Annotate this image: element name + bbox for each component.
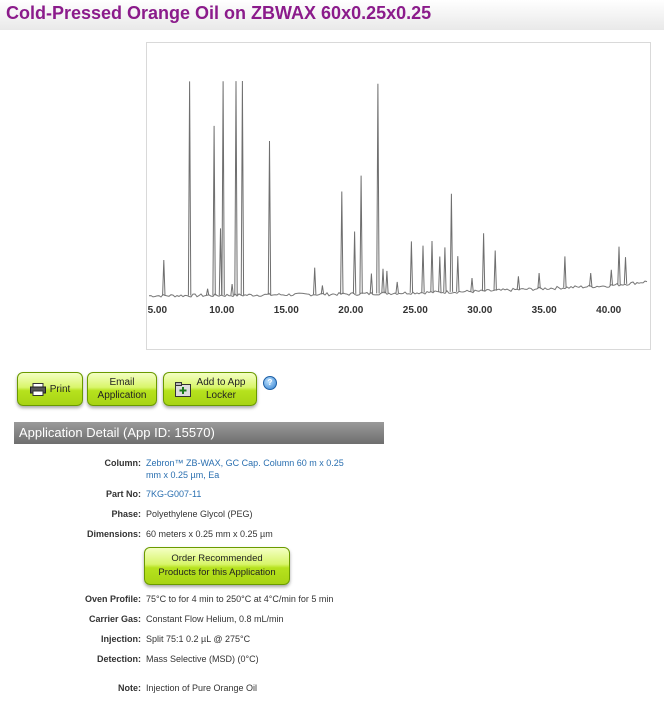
peak-33 — [589, 273, 593, 287]
peak-21 — [421, 245, 425, 293]
peak-17 — [381, 268, 385, 294]
peak-8 — [240, 80, 245, 296]
peak-0 — [162, 259, 166, 296]
peak-10 — [313, 267, 317, 295]
order-label-line1: Order Recommended — [171, 553, 263, 564]
peak-16 — [376, 83, 380, 294]
peak-30 — [516, 276, 521, 290]
peak-26 — [456, 256, 460, 292]
email-label-line1: Email — [109, 377, 135, 388]
peak-12 — [340, 191, 344, 295]
column-link[interactable]: Zebron™ ZB-WAX, GC Cap. Column 60 m x 0.… — [146, 457, 376, 481]
peak-31 — [537, 273, 541, 289]
order-recommended-products-button[interactable]: Order Recommended Products for this Appl… — [144, 547, 290, 585]
x-tick-label: 30.00 — [467, 305, 492, 316]
page-title: Cold-Pressed Orange Oil on ZBWAX 60x0.25… — [6, 3, 432, 23]
peak-35 — [617, 246, 621, 285]
peak-34 — [609, 269, 613, 286]
peak-28 — [481, 233, 486, 292]
note-label: Note: — [118, 683, 141, 693]
peak-14 — [359, 175, 363, 294]
peak-15 — [369, 273, 374, 294]
column-value-line1: Zebron™ ZB-WAX, GC Cap. Column 60 m x 0.… — [146, 458, 344, 468]
peak-6 — [230, 284, 234, 296]
peak-9 — [267, 140, 272, 295]
peak-4 — [218, 228, 223, 296]
peak-32 — [563, 256, 567, 288]
peak-19 — [395, 281, 399, 294]
help-icon[interactable]: ? — [263, 376, 277, 390]
peak-3 — [212, 125, 216, 296]
part-no-label: Part No: — [105, 489, 141, 499]
peak-1 — [187, 81, 192, 296]
x-tick-label: 20.00 — [338, 305, 363, 316]
peak-2 — [205, 288, 210, 296]
peak-36 — [623, 257, 628, 284]
x-tick-label: 40.00 — [596, 305, 621, 316]
part-no-link[interactable]: 7KG-G007-11 — [146, 488, 376, 500]
x-tick-label: 25.00 — [403, 305, 428, 316]
locker-label-line2: Locker — [205, 390, 236, 401]
phase-label: Phase: — [111, 509, 141, 519]
peak-13 — [352, 231, 357, 294]
printer-icon — [29, 382, 46, 396]
peak-22 — [430, 240, 434, 293]
oven-profile-value: 75°C to for 4 min to 250°C at 4°C/min fo… — [146, 594, 334, 604]
add-to-app-locker-button[interactable]: Add to App Locker — [163, 372, 257, 406]
order-label-line2: Products for this Application — [158, 567, 276, 578]
x-tick-label: 10.00 — [209, 305, 234, 316]
peak-23 — [438, 256, 442, 293]
carrier-gas-value: Constant Flow Helium, 0.8 mL/min — [146, 614, 284, 624]
peak-27 — [470, 278, 474, 292]
chromatogram-chart: 5.00 10.00 15.00 20.00 25.00 30.00 35.00 40.00 — [146, 42, 651, 350]
note-value: Injection of Pure Orange Oil — [146, 683, 258, 693]
chromatogram-svg: 5.00 10.00 15.00 20.00 25.00 30.00 35.00 40.00 — [148, 80, 648, 316]
add-locker-icon — [174, 381, 193, 397]
print-label: Print — [49, 383, 71, 395]
peak-7 — [234, 81, 238, 296]
phase-value: Polyethylene Glycol (PEG) — [146, 509, 253, 519]
peak-18 — [385, 270, 389, 294]
dimensions-label: Dimensions: — [86, 529, 141, 539]
peak-20 — [409, 241, 414, 293]
dimensions-value: 60 meters x 0.25 mm x 0.25 µm — [146, 529, 273, 539]
peak-24 — [443, 247, 447, 293]
x-tick-label: 35.00 — [532, 305, 557, 316]
locker-label-line1: Add to App — [196, 377, 246, 388]
title-bar: Cold-Pressed Orange Oil on ZBWAX 60x0.25… — [0, 0, 664, 30]
peak-11 — [320, 285, 325, 295]
injection-value: Split 75:1 0.2 µL @ 275°C — [146, 634, 251, 644]
email-application-button[interactable]: Email Application — [87, 372, 157, 406]
x-tick-label: 15.00 — [274, 305, 299, 316]
print-button[interactable]: Print — [17, 372, 83, 406]
email-label-line2: Application — [97, 390, 147, 401]
carrier-gas-label: Carrier Gas: — [88, 614, 141, 624]
application-detail-header: Application Detail (App ID: 15570) — [14, 422, 384, 444]
detection-value: Mass Selective (MSD) (0°C) — [146, 654, 259, 664]
peak-25 — [449, 193, 454, 292]
oven-profile-label: Oven Profile: — [84, 594, 141, 604]
column-value-line2: mm x 0.25 µm, Ea — [146, 470, 220, 480]
peak-29 — [493, 250, 497, 291]
detection-label: Detection: — [96, 654, 141, 664]
x-tick-label: 5.00 — [148, 305, 168, 316]
column-label: Column: — [104, 458, 142, 468]
peak-5 — [221, 81, 225, 296]
injection-label: Injection: — [101, 634, 141, 644]
